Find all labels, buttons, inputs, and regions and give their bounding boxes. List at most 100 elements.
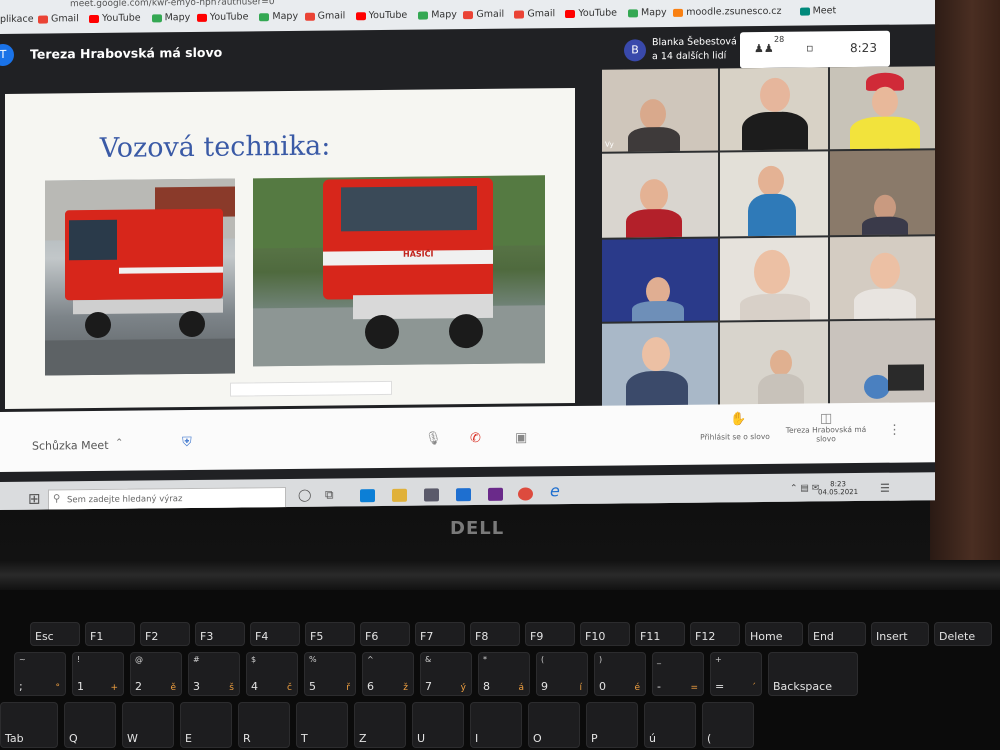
keyboard-key[interactable]: ( — [702, 702, 754, 748]
address-bar[interactable]: meet.google.com/kwr-emyo-hph?authuser=0 — [70, 0, 275, 9]
keyboard-key[interactable]: U — [412, 702, 464, 748]
cortana-icon[interactable]: ◯ — [298, 488, 311, 502]
keyboard-key[interactable]: ~; ° — [14, 652, 66, 696]
keyboard-key[interactable]: F8 — [470, 622, 520, 646]
keyboard-key[interactable]: Backspace — [768, 652, 858, 696]
chrome-icon[interactable] — [518, 487, 533, 501]
more-options-icon[interactable]: ⋮ — [888, 423, 901, 438]
file-explorer-icon[interactable] — [392, 488, 407, 502]
presenter-info[interactable]: B Blanka Šebestová a 14 dalších lidí — [620, 34, 750, 69]
bookmark-item[interactable]: Gmail — [514, 8, 555, 19]
keyboard-key[interactable]: ) 0 é — [594, 652, 646, 696]
presenting-button[interactable]: Tereza Hrabovská má slovo — [785, 425, 867, 444]
system-tray-icons[interactable]: ⌃ ▤ ✉ — [790, 483, 819, 493]
keyboard-key[interactable]: F12 — [690, 622, 740, 646]
keyboard-key[interactable]: Tab — [0, 702, 58, 748]
search-input[interactable]: Sem zadejte hledaný výraz — [67, 494, 182, 505]
participant-tile[interactable] — [830, 320, 935, 408]
bookmark-item[interactable]: Meet — [799, 5, 836, 16]
bookmark-item[interactable]: YouTube — [89, 13, 141, 25]
participant-tile[interactable] — [830, 150, 935, 236]
task-view-icon[interactable]: ⧉ — [325, 488, 334, 503]
participant-tile[interactable] — [602, 152, 718, 238]
notifications-icon[interactable]: ☰ — [880, 482, 890, 495]
keyboard-key[interactable]: Home — [745, 622, 803, 646]
participant-tile[interactable] — [830, 66, 935, 150]
keyboard-key[interactable]: F7 — [415, 622, 465, 646]
taskbar-clock[interactable]: 8:23 04.05.2021 — [818, 480, 858, 496]
keyboard-key[interactable]: Q — [64, 702, 116, 748]
participant-tile[interactable] — [602, 238, 718, 322]
keyboard-key[interactable]: F1 — [85, 622, 135, 646]
camera-icon[interactable]: ▣ — [515, 430, 527, 445]
bookmark-item[interactable]: YouTube — [565, 8, 617, 20]
keyboard-key[interactable]: _ - = — [652, 652, 704, 696]
keyboard-key[interactable]: ! 1 + — [72, 652, 124, 696]
keyboard-key[interactable]: Esc — [30, 622, 80, 646]
keyboard-key[interactable]: ú — [644, 702, 696, 748]
keyboard-key[interactable]: + = ´ — [710, 652, 762, 696]
participant-tile[interactable] — [602, 322, 718, 410]
keyboard-key[interactable]: F3 — [195, 622, 245, 646]
keyboard-key[interactable]: % 5 ř — [304, 652, 356, 696]
keyboard-key[interactable]: W — [122, 702, 174, 748]
participant-tile[interactable] — [720, 321, 828, 409]
keyboard-key[interactable]: & 7 ý — [420, 652, 472, 696]
store-icon[interactable] — [424, 488, 439, 502]
keyboard-key[interactable]: Z — [354, 702, 406, 748]
chevron-up-icon[interactable]: ⌃ — [115, 438, 123, 449]
keyboard-key[interactable]: O — [528, 702, 580, 748]
participant-tile[interactable] — [720, 237, 828, 321]
app-icon[interactable] — [488, 487, 503, 501]
keyboard-key[interactable]: * 8 á — [478, 652, 530, 696]
shield-icon[interactable]: ⛨ — [182, 435, 192, 450]
keyboard-key[interactable]: I — [470, 702, 522, 748]
participant-tile[interactable] — [830, 236, 935, 320]
keyboard-key[interactable]: (9 í — [536, 652, 588, 696]
keyboard-key[interactable]: F10 — [580, 622, 630, 646]
bookmark-item[interactable]: plikace — [0, 14, 34, 25]
mail-icon[interactable] — [456, 488, 471, 502]
keyboard-key[interactable]: R — [238, 702, 290, 748]
taskbar-search[interactable]: ⚲ Sem zadejte hledaný výraz — [48, 487, 286, 510]
bookmark-item[interactable]: YouTube — [196, 11, 248, 23]
people-icon[interactable]: ♟♟ — [754, 42, 774, 55]
keyboard-key[interactable]: End — [808, 622, 866, 646]
participant-tile[interactable] — [720, 151, 828, 237]
microphone-icon[interactable]: 🎙 — [425, 431, 442, 446]
keyboard-key[interactable]: F6 — [360, 622, 410, 646]
keyboard-key[interactable]: @2 ě — [130, 652, 182, 696]
bookmark-item[interactable]: Mapy — [151, 12, 190, 23]
keyboard-key[interactable]: Delete — [934, 622, 992, 646]
participant-tile[interactable]: Vy — [602, 68, 718, 152]
keyboard-key[interactable]: F5 — [305, 622, 355, 646]
keyboard-key[interactable]: F4 — [250, 622, 300, 646]
internet-explorer-icon[interactable]: e — [550, 481, 560, 500]
keyboard-key[interactable]: F2 — [140, 622, 190, 646]
raise-hand-icon[interactable]: ✋ — [730, 412, 746, 427]
participant-tile[interactable] — [720, 67, 828, 151]
keyboard-key[interactable]: Insert — [871, 622, 929, 646]
keyboard-key[interactable]: E — [180, 702, 232, 748]
keyboard-key[interactable]: F9 — [525, 622, 575, 646]
bookmark-item[interactable]: YouTube — [355, 10, 407, 22]
bookmark-item[interactable]: Mapy — [418, 9, 457, 20]
keyboard-key[interactable]: F11 — [635, 622, 685, 646]
bookmark-item[interactable]: Gmail — [463, 9, 504, 20]
keyboard-key[interactable]: P — [586, 702, 638, 748]
edge-icon[interactable] — [360, 489, 375, 503]
bookmark-item[interactable]: Gmail — [304, 10, 345, 22]
bookmark-item[interactable]: Mapy — [628, 7, 667, 18]
hang-up-icon[interactable]: ✆ — [470, 431, 481, 446]
present-icon[interactable]: ◫ — [820, 411, 832, 426]
bookmark-item[interactable]: Mapy — [259, 11, 298, 22]
keyboard-key[interactable]: T — [296, 702, 348, 748]
raise-hand-button[interactable]: Přihlásit se o slovo — [690, 432, 780, 442]
bookmark-item[interactable]: moodle.zsunesco.cz — [673, 6, 781, 18]
windows-start-icon[interactable]: ⊞ — [28, 490, 41, 508]
chat-icon[interactable]: ▫ — [806, 41, 813, 54]
keyboard-key[interactable]: $4 č — [246, 652, 298, 696]
keyboard-key[interactable]: ^ 6 ž — [362, 652, 414, 696]
keyboard-key[interactable]: #3 š — [188, 652, 240, 696]
bookmark-item[interactable]: Gmail — [38, 13, 79, 24]
